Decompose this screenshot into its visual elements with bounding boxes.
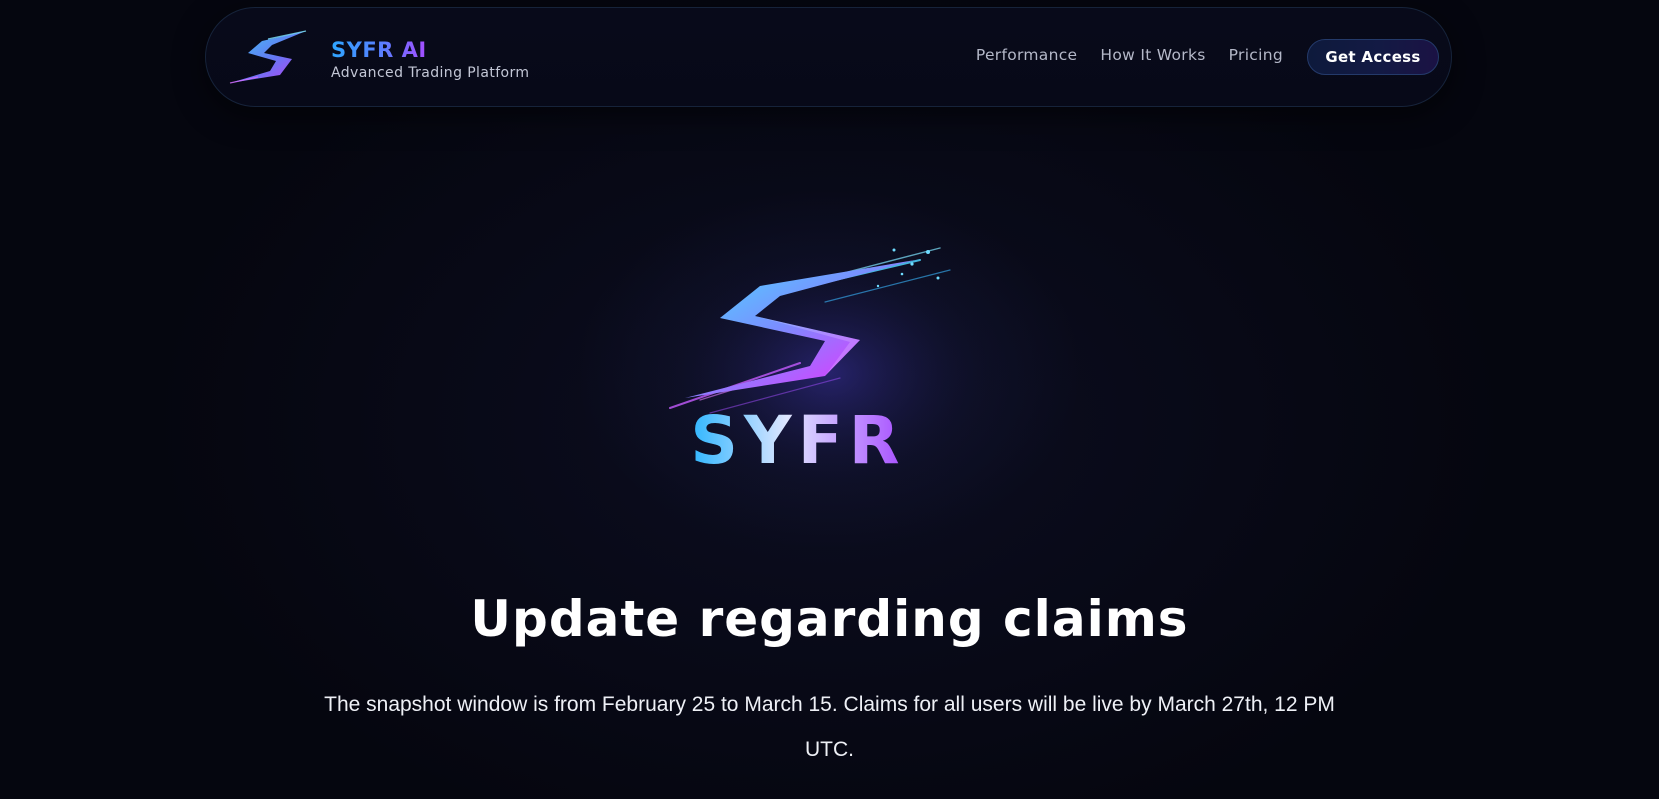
hero-title: Update regarding claims <box>470 590 1189 648</box>
syfr-logo-icon[interactable] <box>228 27 310 87</box>
get-access-button[interactable]: Get Access <box>1307 39 1439 75</box>
brand-tagline: Advanced Trading Platform <box>331 65 530 81</box>
nav-link-how-it-works[interactable]: How It Works <box>1100 46 1205 64</box>
nav-links: Performance How It Works Pricing <box>976 46 1283 64</box>
nav-link-pricing[interactable]: Pricing <box>1229 46 1283 64</box>
hero-body: The snapshot window is from February 25 … <box>324 693 1335 761</box>
hero-wordmark: SYFR <box>690 402 905 479</box>
top-navbar: SYFR AI Advanced Trading Platform Perfor… <box>205 7 1452 107</box>
brand-name[interactable]: SYFR AI <box>331 38 427 62</box>
nav-link-performance[interactable]: Performance <box>976 46 1078 64</box>
hero-syfr-logo: SYFR <box>655 243 1005 503</box>
